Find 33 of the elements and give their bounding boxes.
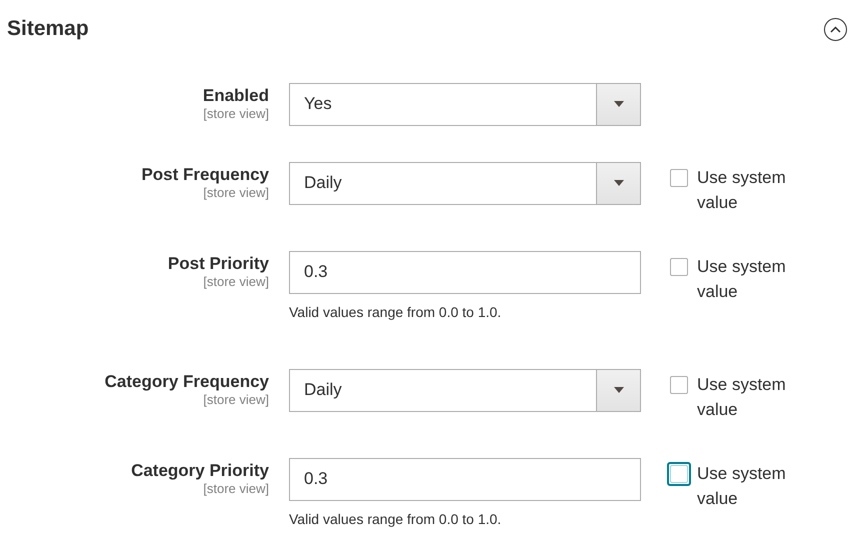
field-label: Post Frequency <box>141 164 269 184</box>
checkbox[interactable] <box>670 258 688 276</box>
select-field[interactable]: Yes <box>289 82 641 126</box>
checkbox[interactable] <box>670 168 688 186</box>
dropdown-button[interactable] <box>596 162 640 204</box>
checkbox[interactable] <box>670 376 688 394</box>
field-note: Valid values range from 0.0 to 1.0. <box>289 302 502 322</box>
scope-label: [store view] <box>203 184 269 200</box>
checkbox-label: Use system value <box>697 256 787 302</box>
field-label: Category Frequency <box>104 372 269 392</box>
checkbox-label: Use system value <box>697 374 787 420</box>
section-title: Sitemap <box>7 16 89 42</box>
dropdown-button[interactable] <box>596 370 640 410</box>
input-field[interactable]: 0.3 <box>289 250 641 294</box>
scope-label: [store view] <box>203 106 269 122</box>
field-label: Post Priority <box>168 254 269 274</box>
caret-icon <box>614 101 624 107</box>
chevron-icon <box>830 26 841 33</box>
scope-label: [store view] <box>203 274 269 290</box>
caret-icon <box>614 180 624 186</box>
scope-label: [store view] <box>203 392 269 408</box>
collapse-button[interactable] <box>824 18 847 41</box>
field-note: Valid values range from 0.0 to 1.0. <box>289 510 502 529</box>
select-field[interactable]: Daily <box>289 162 641 204</box>
field-label: Category Priority <box>131 460 269 480</box>
checkbox-label: Use system value <box>697 462 787 510</box>
checkbox-label: Use system value <box>697 166 787 214</box>
dropdown-button[interactable] <box>596 84 640 124</box>
select-field[interactable]: Daily <box>289 368 641 412</box>
scope-label: [store view] <box>203 480 269 496</box>
caret-icon <box>614 387 624 393</box>
input-field[interactable]: 0.3 <box>289 458 641 500</box>
field-label: Enabled <box>202 86 269 106</box>
